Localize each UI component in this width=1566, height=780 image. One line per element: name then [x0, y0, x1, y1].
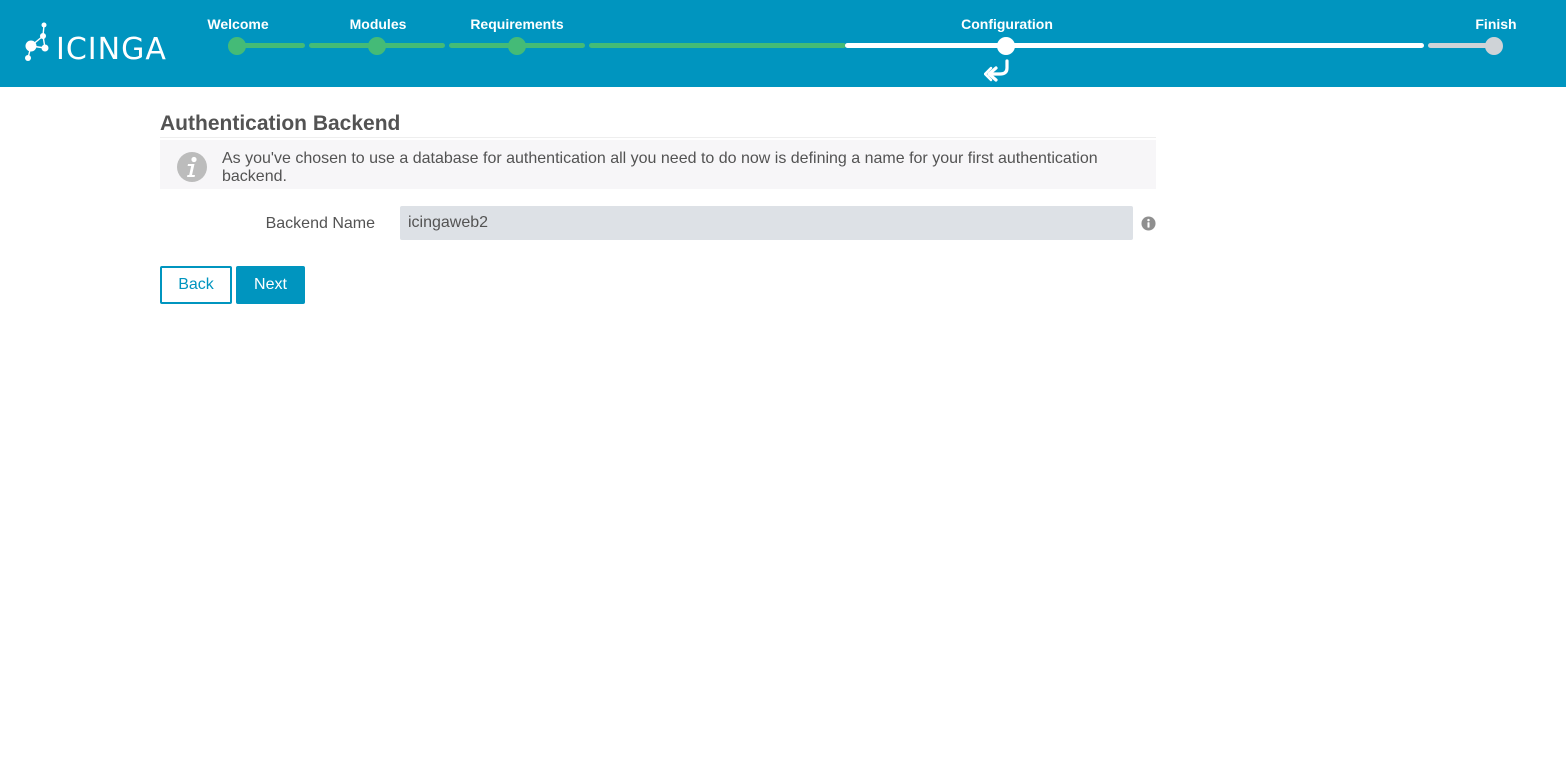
step-dot-finish	[1485, 37, 1503, 55]
progress-bar-configuration-remaining	[845, 43, 1424, 48]
wizard-header: icinga Welcome Modules Requirements Conf…	[0, 0, 1566, 87]
info-message-box: As you've chosen to use a database for a…	[160, 140, 1156, 189]
help-info-icon[interactable]	[1141, 216, 1156, 231]
step-dot-configuration	[997, 37, 1015, 55]
step-label-finish: Finish	[1475, 16, 1517, 32]
backend-name-label: Backend Name	[265, 215, 375, 232]
icinga-logo: icinga	[22, 22, 166, 68]
logo-wordmark: icinga	[56, 32, 167, 67]
step-label-configuration: Configuration	[961, 16, 1053, 32]
page-title: Authentication Backend	[160, 112, 401, 135]
back-arrow-icon[interactable]	[984, 59, 1012, 83]
step-label-welcome[interactable]: Welcome	[207, 16, 268, 32]
next-button[interactable]: Next	[236, 266, 305, 304]
step-dot-welcome[interactable]	[228, 37, 246, 55]
step-dot-requirements[interactable]	[508, 37, 526, 55]
info-icon	[177, 152, 207, 182]
progress-bar-configuration-done	[589, 43, 846, 48]
step-label-requirements[interactable]: Requirements	[470, 16, 563, 32]
step-dot-modules[interactable]	[368, 37, 386, 55]
back-button[interactable]: Back	[160, 266, 232, 304]
step-label-modules[interactable]: Modules	[350, 16, 407, 32]
title-divider	[160, 137, 1156, 138]
info-message-text: As you've chosen to use a database for a…	[222, 150, 1098, 185]
icinga-logo-icon	[25, 22, 49, 61]
backend-name-input[interactable]	[400, 206, 1133, 240]
